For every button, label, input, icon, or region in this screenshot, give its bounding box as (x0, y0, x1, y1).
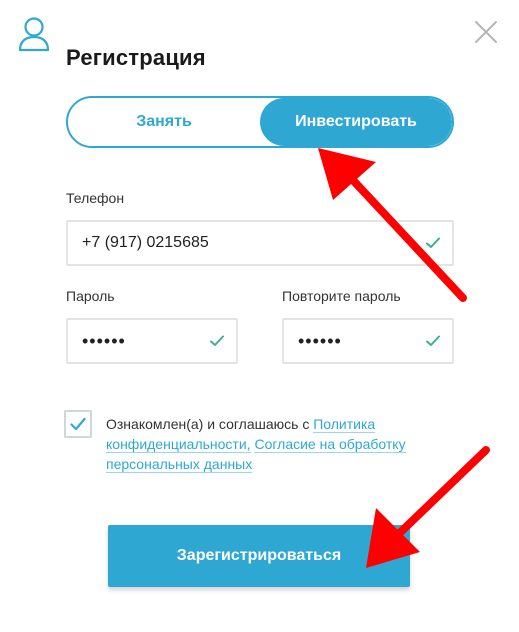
phone-input[interactable] (82, 234, 426, 252)
toggle-invest[interactable]: Инвестировать (260, 98, 452, 146)
password-input[interactable] (82, 330, 210, 352)
check-icon (210, 335, 224, 346)
password-label: Пароль (66, 288, 115, 304)
toggle-borrow[interactable]: Занять (68, 98, 260, 146)
phone-label: Телефон (66, 190, 125, 206)
password-repeat-field[interactable] (282, 318, 454, 364)
check-icon (426, 335, 440, 346)
password-repeat-input[interactable] (298, 330, 426, 352)
phone-field[interactable] (66, 220, 454, 266)
password-field[interactable] (66, 318, 238, 364)
check-icon (426, 237, 440, 248)
checkmark-icon (70, 417, 86, 431)
consent-checkbox[interactable] (64, 410, 92, 438)
page-title: Регистрация (66, 45, 206, 70)
mode-toggle: Занять Инвестировать (66, 96, 454, 148)
consent-text: Ознакомлен(а) и соглашаюсь с Политика ко… (106, 414, 466, 474)
user-icon (18, 16, 50, 52)
close-icon (475, 21, 497, 43)
password-repeat-label: Повторите пароль (282, 288, 401, 304)
consent-label: Ознакомлен(а) и соглашаюсь с (106, 416, 314, 432)
close-button[interactable] (472, 18, 500, 46)
register-button[interactable]: Зарегистрироваться (108, 525, 410, 587)
